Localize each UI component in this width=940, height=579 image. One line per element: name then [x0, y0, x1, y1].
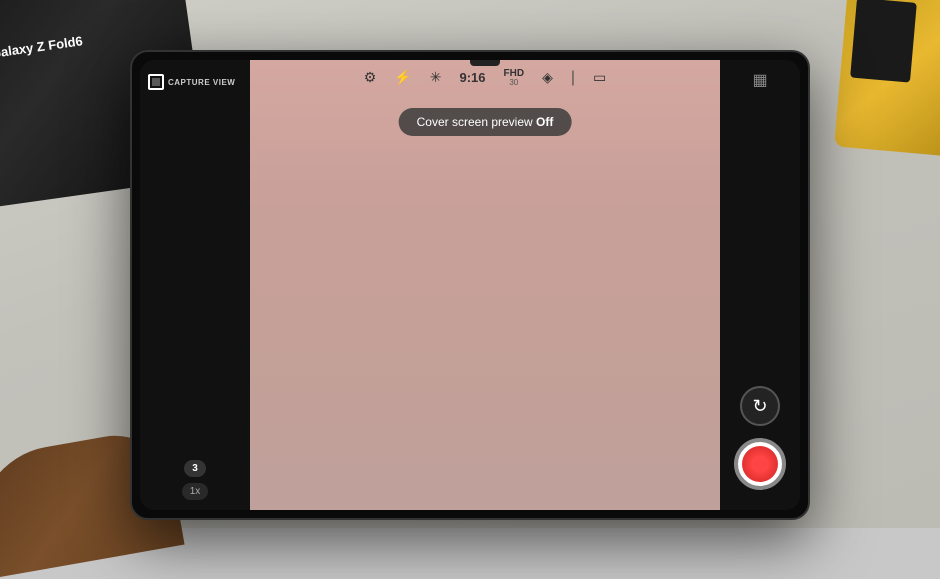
separator: | — [571, 69, 575, 87]
aspect-ratio-display: 9:16 — [459, 70, 485, 85]
left-sidebar: CAPTURE VIEW 3 1x — [140, 60, 250, 510]
cover-screen-preview-toast[interactable]: Cover screen preview Off — [399, 108, 572, 136]
shutter-button-inner — [742, 446, 778, 482]
aspect-ratio-icon[interactable] — [593, 69, 606, 86]
wooden-object — [834, 0, 940, 157]
camera-viewport: 9:16 FHD 30 | Cover screen preview Off — [250, 60, 720, 510]
phone-screen: CAPTURE VIEW 3 1x 9:16 FHD 30 | — [140, 60, 800, 510]
flip-camera-button[interactable]: ↻ — [740, 386, 780, 426]
shutter-button[interactable] — [734, 438, 786, 490]
phone-box-label: Galaxy Z Fold6 — [0, 33, 84, 61]
video-quality-display: FHD 30 — [504, 68, 525, 88]
sidebar-zoom-controls: 3 1x — [146, 460, 244, 500]
right-sidebar: ▦ ↻ — [720, 60, 800, 510]
grid-icon: ▦ — [752, 70, 767, 90]
capture-view-icon — [148, 74, 164, 90]
layers-icon[interactable] — [542, 69, 553, 86]
flip-camera-icon: ↻ — [752, 396, 767, 417]
phone-device: CAPTURE VIEW 3 1x 9:16 FHD 30 | — [130, 50, 810, 520]
timer-icon[interactable] — [430, 69, 442, 86]
hinge-indicator — [470, 60, 500, 66]
capture-view-label: CAPTURE VIEW — [146, 70, 244, 94]
wooden-object-inner — [850, 0, 917, 83]
right-sidebar-controls: ↻ — [734, 386, 786, 500]
zoom-1x[interactable]: 1x — [182, 483, 209, 500]
zoom-3x[interactable]: 3 — [184, 460, 206, 477]
flash-icon[interactable] — [394, 69, 411, 86]
gear-icon[interactable] — [364, 69, 377, 86]
